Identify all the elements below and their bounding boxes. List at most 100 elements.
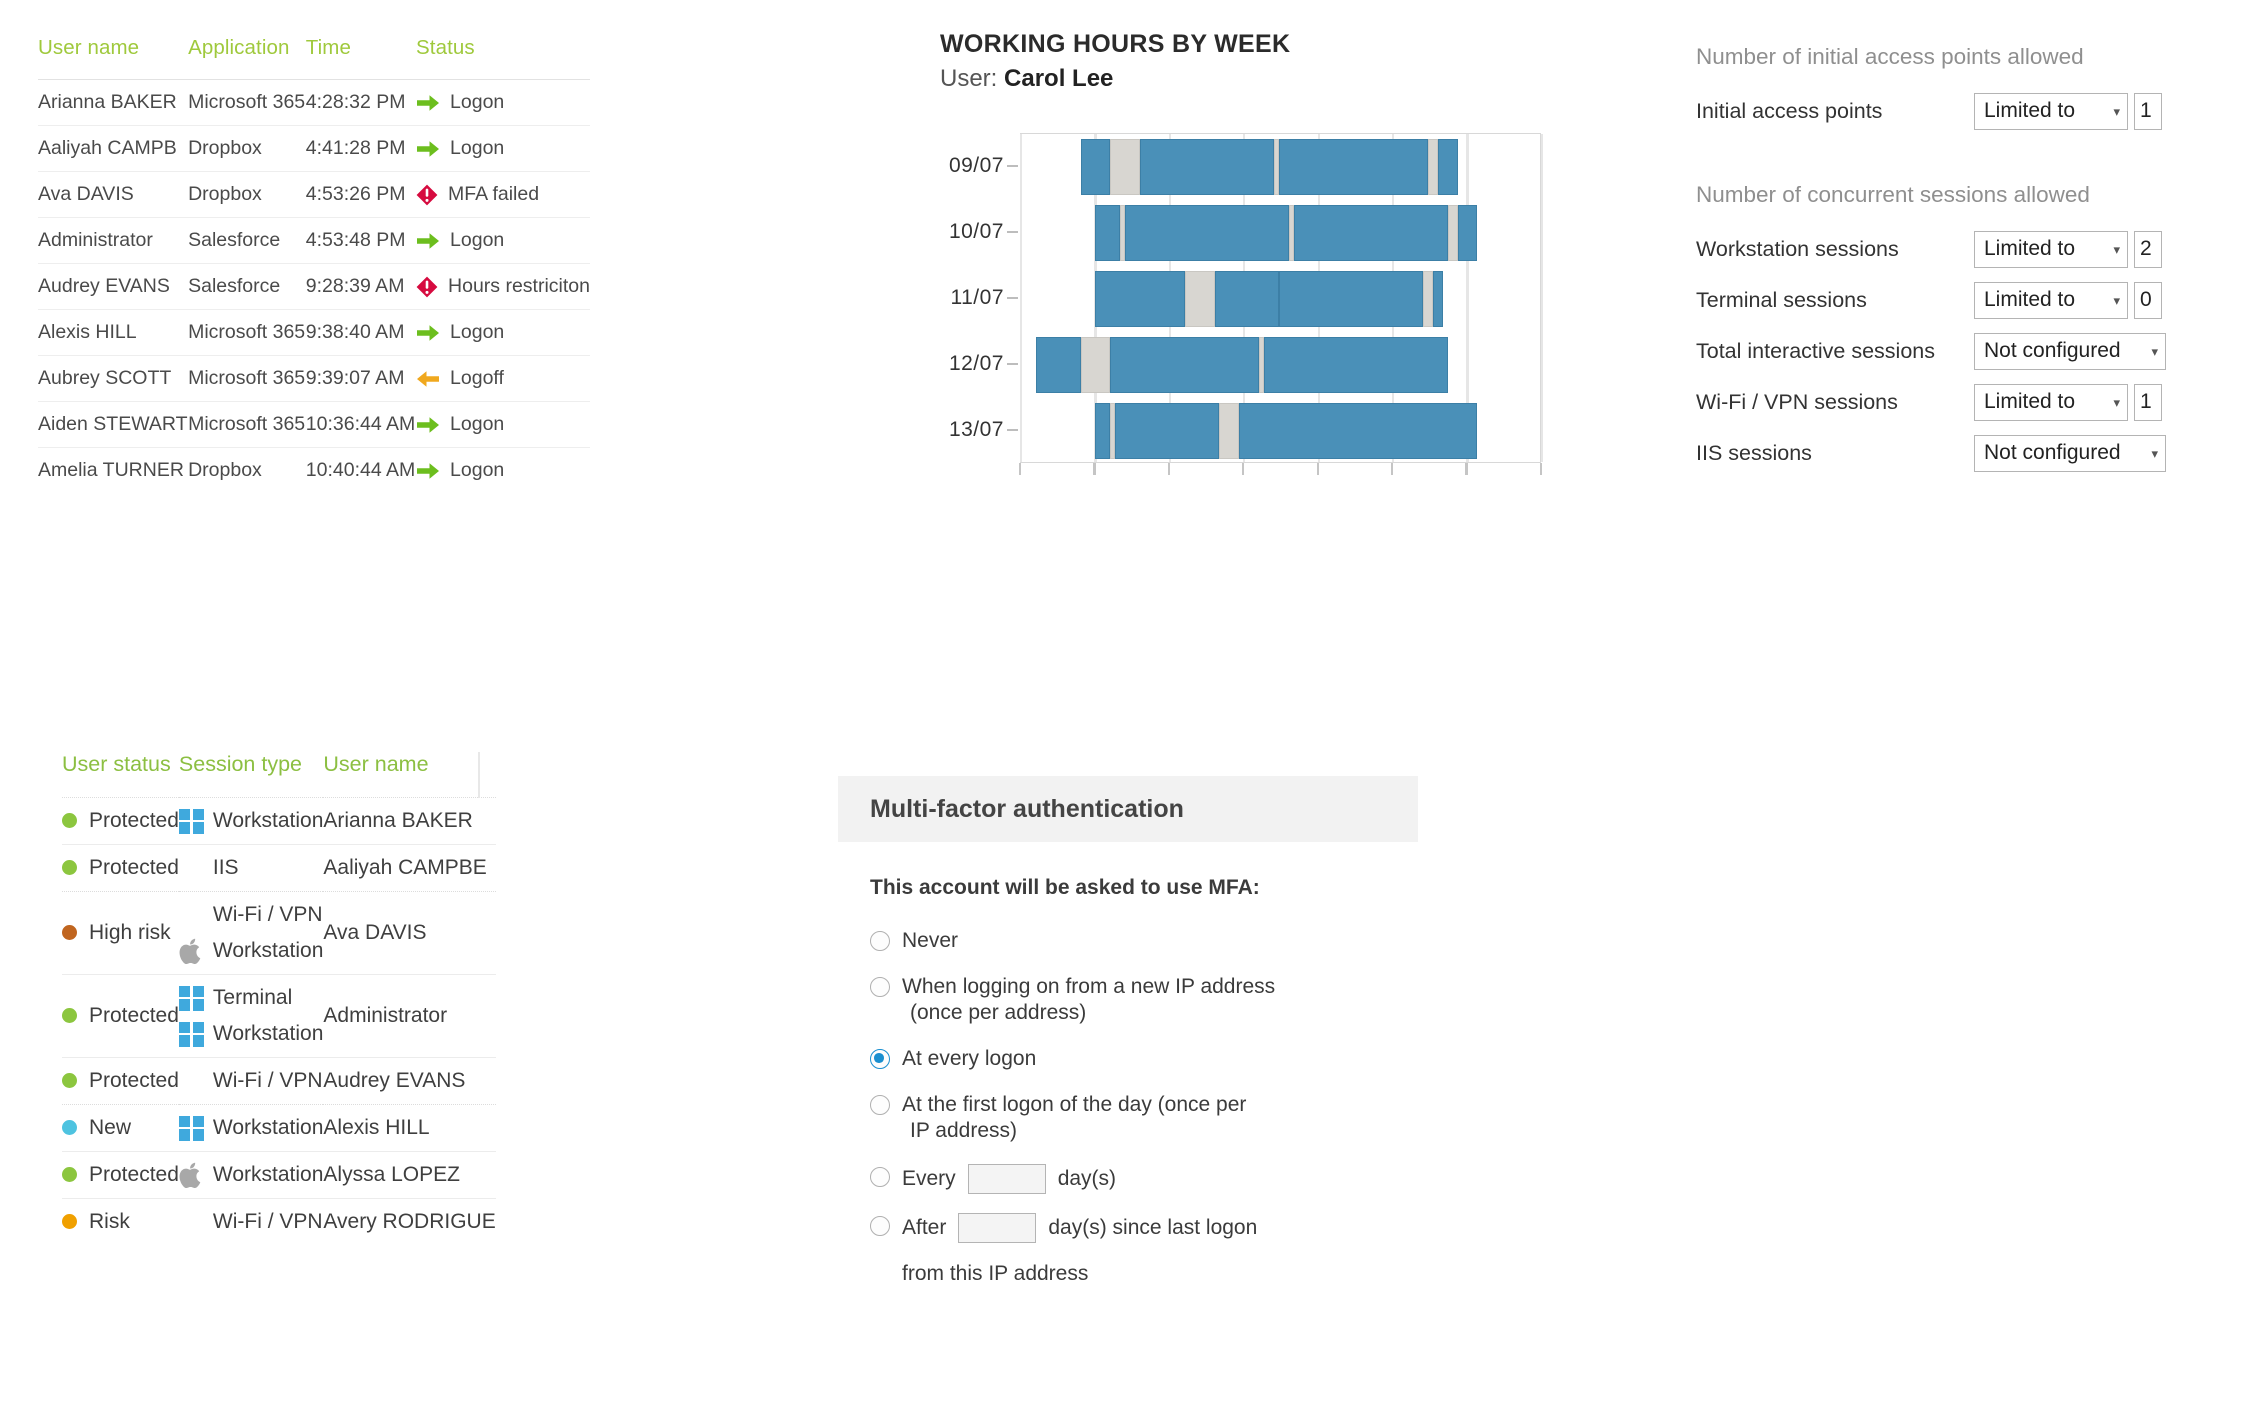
table-row[interactable]: Protected Workstation Arianna BAKER [62, 797, 496, 845]
limit-value-input[interactable]: 1 [2134, 92, 2162, 130]
status-dot-icon [62, 924, 77, 940]
table-row[interactable]: Protected Workstation Alyssa LOPEZ [62, 1151, 496, 1199]
session-type-line: Terminal [178, 983, 324, 1013]
arrow-right-green-icon [416, 94, 440, 112]
limit-value-input[interactable]: 2 [2134, 230, 2162, 268]
limit-label: IIS sessions [1696, 440, 1812, 465]
mfa-option-label: At every logon [902, 1046, 1037, 1070]
chart-segment-active [1095, 403, 1111, 459]
chart-x-tick [1167, 463, 1170, 475]
chart-y-tick-label: 12/07 [948, 352, 1004, 375]
mfa-option-row[interactable]: At the first logon of the day (once per I… [870, 1092, 1418, 1145]
cell-status: Logon [416, 321, 590, 344]
session-type-label: Terminal [212, 986, 293, 1009]
mfa-option-row[interactable]: Every day(s) [870, 1163, 1418, 1194]
chart-x-tick [1539, 463, 1543, 475]
column-header-user-status[interactable]: User status [62, 752, 179, 798]
cell-user-status: High risk [62, 891, 179, 975]
column-header-application[interactable]: Application [188, 36, 306, 80]
chart-segment-active [1115, 403, 1220, 459]
mfa-option-row[interactable]: Never [870, 928, 1418, 955]
mfa-option-row[interactable]: After day(s) since last logon [870, 1212, 1418, 1243]
logon-events-header-row: User name Application Time Status [38, 36, 590, 80]
table-row[interactable]: Protected Terminal Workstation Administrato… [62, 974, 496, 1058]
status-dot-icon [62, 1007, 77, 1023]
limit-row: Wi-Fi / VPN sessions Limited to ▾ 1 [1696, 383, 2216, 421]
table-row[interactable]: Aiden STEWART Microsoft 365 10:36:44 AM Log… [38, 401, 590, 448]
table-row[interactable]: High risk Wi-Fi / VPN Workstation Ava DAVIS [62, 891, 496, 975]
chart-y-tick-label: 13/07 [948, 418, 1004, 441]
status-dot-icon [62, 1213, 77, 1229]
table-row[interactable]: Arianna BAKER Microsoft 365 4:28:32 PM Logo… [38, 79, 590, 126]
table-row[interactable]: Aubrey SCOTT Microsoft 365 9:39:07 AM Logof… [38, 355, 590, 402]
cell-user-name-2: Audrey EVANS [323, 1057, 496, 1105]
mfa-option-row[interactable]: At every logon [870, 1046, 1418, 1073]
column-header-user-name-2[interactable]: User name [323, 752, 495, 798]
chart-y-tick-label: 10/07 [948, 220, 1004, 243]
windows-logo-icon [178, 1115, 204, 1141]
mfa-radio-selected[interactable] [870, 1048, 890, 1069]
status-label: Logon [450, 321, 505, 343]
limit-mode-select[interactable]: Not configured ▾ [1974, 434, 2166, 472]
column-header-session-type[interactable]: Session type [179, 752, 324, 798]
limit-mode-select[interactable]: Limited to ▾ [1974, 92, 2128, 130]
mfa-radio[interactable] [870, 1215, 890, 1236]
status-label: Logon [450, 91, 505, 113]
status-label: Logon [450, 413, 505, 435]
table-row[interactable]: Alexis HILL Microsoft 365 9:38:40 AM Logon [38, 309, 590, 356]
table-row[interactable]: Administrator Salesforce 4:53:48 PM Logon [38, 217, 590, 264]
table-row[interactable]: Amelia TURNER Dropbox 10:40:44 AM Logon [38, 448, 590, 494]
limit-mode-select[interactable]: Limited to ▾ [1974, 383, 2128, 421]
mfa-option-row[interactable]: When logging on from a new IP address (on… [870, 974, 1418, 1027]
logon-events-grid: User name Application Time Status Ariann… [38, 36, 590, 494]
mfa-radio[interactable] [870, 976, 890, 997]
mfa-radio[interactable] [870, 931, 890, 951]
chart-plot-wrapper: 09/07 10/07 11/07 12/07 13/07 [940, 133, 1560, 503]
table-row[interactable]: Risk Wi-Fi / VPN Avery RODRIGUE [62, 1199, 496, 1246]
mfa-radio[interactable] [870, 1094, 890, 1115]
chart-x-tick [1093, 463, 1096, 475]
limit-label: Initial access points [1696, 98, 1883, 123]
chart-segment-active [1293, 205, 1448, 261]
mfa-panel-header: Multi-factor authentication [838, 776, 1418, 842]
arrow-right-green-icon [416, 324, 440, 342]
working-hours-chart: WORKING HOURS BY WEEK User: Carol Lee 09… [940, 30, 1580, 650]
mfa-days-since-input[interactable] [958, 1212, 1037, 1243]
mfa-panel-title: Multi-factor authentication [870, 794, 1184, 823]
limit-value-input[interactable]: 0 [2134, 281, 2162, 319]
chart-segment-idle [1219, 403, 1240, 459]
limit-mode-select[interactable]: Limited to ▾ [1974, 230, 2128, 268]
status-label: MFA failed [448, 183, 540, 205]
chevron-down-icon: ▾ [2113, 103, 2120, 119]
cell-time: 4:28:32 PM [305, 79, 417, 126]
cell-status: Hours restriciton [416, 275, 590, 298]
windows-logo-icon [178, 808, 204, 834]
chart-x-tick [1242, 463, 1245, 475]
concurrent-sessions-rows: Workstation sessions Limited to ▾ 2 Terminal… [1696, 230, 2216, 472]
column-header-user-name[interactable]: User name [38, 36, 188, 80]
mfa-option-label: At the first logon of the day (once per [902, 1092, 1247, 1116]
limit-value-input[interactable]: 1 [2134, 383, 2162, 421]
mfa-radio[interactable] [870, 1166, 890, 1187]
limit-mode-select[interactable]: Limited to ▾ [1974, 281, 2128, 319]
windows-logo-icon [178, 1021, 204, 1047]
cell-session-type: Wi-Fi / VPN [179, 1207, 324, 1237]
chart-bar-row [1021, 271, 1540, 327]
arrow-right-green-icon [416, 416, 440, 434]
table-row[interactable]: Protected IIS Aaliyah CAMPBE [62, 844, 496, 892]
status-dot-icon [62, 812, 77, 828]
table-row[interactable]: Aaliyah CAMPB Dropbox 4:41:28 PM Logon [38, 125, 590, 172]
cell-user-name-2: Alexis HILL [323, 1104, 496, 1152]
table-row[interactable]: Ava DAVIS Dropbox 4:53:26 PM MFA failed [38, 171, 590, 218]
cell-time: 9:28:39 AM [305, 263, 417, 310]
table-row[interactable]: New Workstation Alexis HILL [62, 1104, 496, 1152]
limit-mode-select[interactable]: Not configured ▾ [1974, 332, 2166, 370]
column-header-time[interactable]: Time [306, 36, 416, 80]
arrow-right-green-icon [416, 140, 440, 158]
cell-time: 10:40:44 AM [305, 459, 416, 482]
limit-row: IIS sessions Not configured ▾ [1696, 434, 2216, 472]
table-row[interactable]: Audrey EVANS Salesforce 9:28:39 AM Hours re… [38, 263, 590, 310]
mfa-days-input[interactable] [967, 1163, 1046, 1194]
column-header-status[interactable]: Status [416, 36, 590, 80]
table-row[interactable]: Protected Wi-Fi / VPN Audrey EVANS [62, 1057, 496, 1105]
